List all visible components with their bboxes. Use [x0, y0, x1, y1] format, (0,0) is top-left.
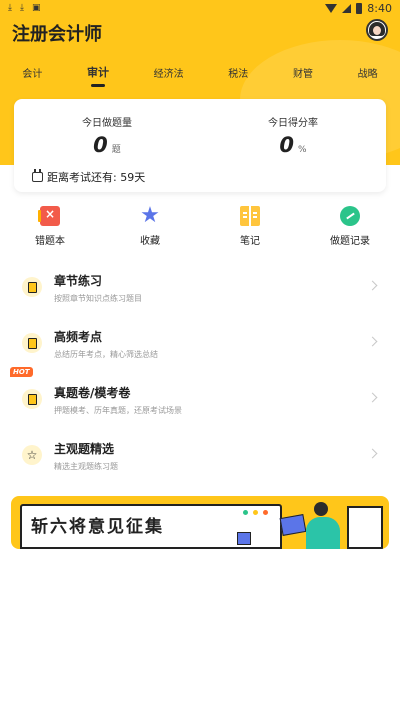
practice-record-label: 做题记录	[330, 236, 370, 247]
stats-card: 今日做题量 0 题 今日得分率 0 % 距离考试还有: 59天	[14, 99, 386, 192]
signal-icon	[342, 3, 352, 13]
countdown-text: 距离考试还有: 59天	[47, 171, 146, 184]
questions-stat: 今日做题量 0 题	[14, 114, 200, 157]
list-item-exam-papers[interactable]: HOT 真题卷/模考卷 押题模考、历年真题，还原考试场景	[0, 367, 400, 428]
chevron-right-icon	[367, 280, 378, 291]
wrong-book-button[interactable]: 错题本	[10, 206, 90, 252]
tab-strategy[interactable]: 战略	[354, 63, 382, 82]
list-item-title: 高频考点	[54, 330, 103, 344]
tab-financial-management[interactable]: 财管	[289, 63, 317, 82]
chevron-right-icon	[367, 448, 378, 459]
banner-text: 斩六将意见征集	[31, 517, 164, 537]
wrong-book-icon	[38, 206, 60, 226]
notes-icon	[240, 206, 260, 226]
chevron-right-icon	[367, 336, 378, 347]
tab-accounting[interactable]: 会计	[18, 63, 46, 82]
document-icon	[22, 277, 42, 297]
practice-list: 章节练习 按照章节知识点练习题目 高频考点 总结历年考点，精心筛选总结 HOT …	[0, 260, 400, 484]
quick-actions: 错题本 ★ 收藏 笔记 做题记录	[0, 203, 400, 252]
list-item-title: 主观题精选	[54, 442, 115, 456]
score-value: 0	[279, 133, 295, 157]
list-item-high-frequency[interactable]: 高频考点 总结历年考点，精心筛选总结	[0, 316, 400, 372]
notes-label: 笔记	[240, 236, 260, 247]
list-item-subtitle: 按照章节知识点练习题目	[54, 294, 142, 303]
questions-label: 今日做题量	[82, 118, 132, 129]
paper-icon	[22, 389, 42, 409]
list-item-subtitle: 精选主观题练习题	[54, 462, 118, 471]
app-title: 注册会计师	[12, 24, 102, 45]
tab-audit[interactable]: 审计	[83, 62, 113, 87]
tab-economic-law[interactable]: 经济法	[150, 63, 188, 82]
practice-record-button[interactable]: 做题记录	[310, 206, 390, 252]
person-illustration	[301, 502, 341, 549]
score-label: 今日得分率	[268, 118, 318, 129]
record-icon	[340, 206, 360, 226]
download-icon: ⤓	[8, 3, 12, 13]
avatar[interactable]	[366, 19, 388, 41]
calendar-icon	[32, 169, 43, 182]
app-notification-icon: ▣	[31, 3, 41, 13]
wrong-book-label: 错题本	[35, 236, 65, 247]
questions-value: 0	[93, 133, 108, 157]
score-unit: %	[298, 145, 307, 155]
list-item-subtitle: 押题模考、历年真题，还原考试场景	[54, 406, 182, 415]
status-bar: ⤓ ⤓ ▣ 8:40	[0, 0, 400, 16]
subject-tabs: 会计 审计 经济法 税法 财管 战略	[0, 60, 400, 87]
favorites-button[interactable]: ★ 收藏	[110, 203, 190, 252]
gift-icon	[237, 532, 251, 545]
notification-icons: ⤓ ⤓ ▣	[8, 3, 40, 13]
list-item-chapter-practice[interactable]: 章节练习 按照章节知识点练习题目	[0, 260, 400, 316]
clipboard-icon	[22, 333, 42, 353]
status-time: 8:40	[367, 1, 392, 15]
star-icon: ☆	[22, 445, 42, 465]
banner-paper-right	[347, 506, 383, 549]
list-item-subtitle: 总结历年考点，精心筛选总结	[54, 350, 158, 359]
chevron-right-icon	[367, 392, 378, 403]
questions-unit: 题	[111, 145, 121, 155]
list-item-subjective[interactable]: ☆ 主观题精选 精选主观题练习题	[0, 428, 400, 484]
exam-countdown: 距离考试还有: 59天	[32, 169, 145, 185]
favorite-star-icon: ★	[140, 203, 160, 228]
battery-icon	[356, 2, 363, 14]
tab-tax-law[interactable]: 税法	[224, 63, 252, 82]
score-stat: 今日得分率 0 %	[200, 114, 386, 157]
wifi-icon	[325, 3, 338, 13]
list-item-title: 真题卷/模考卷	[54, 386, 131, 400]
favorites-label: 收藏	[140, 236, 160, 247]
hot-badge: HOT	[10, 367, 33, 377]
banner-dots	[243, 510, 248, 515]
notes-button[interactable]: 笔记	[210, 206, 290, 252]
download-icon: ⤓	[19, 3, 24, 13]
list-item-title: 章节练习	[54, 274, 103, 288]
feedback-banner[interactable]: 斩六将意见征集	[11, 496, 389, 549]
